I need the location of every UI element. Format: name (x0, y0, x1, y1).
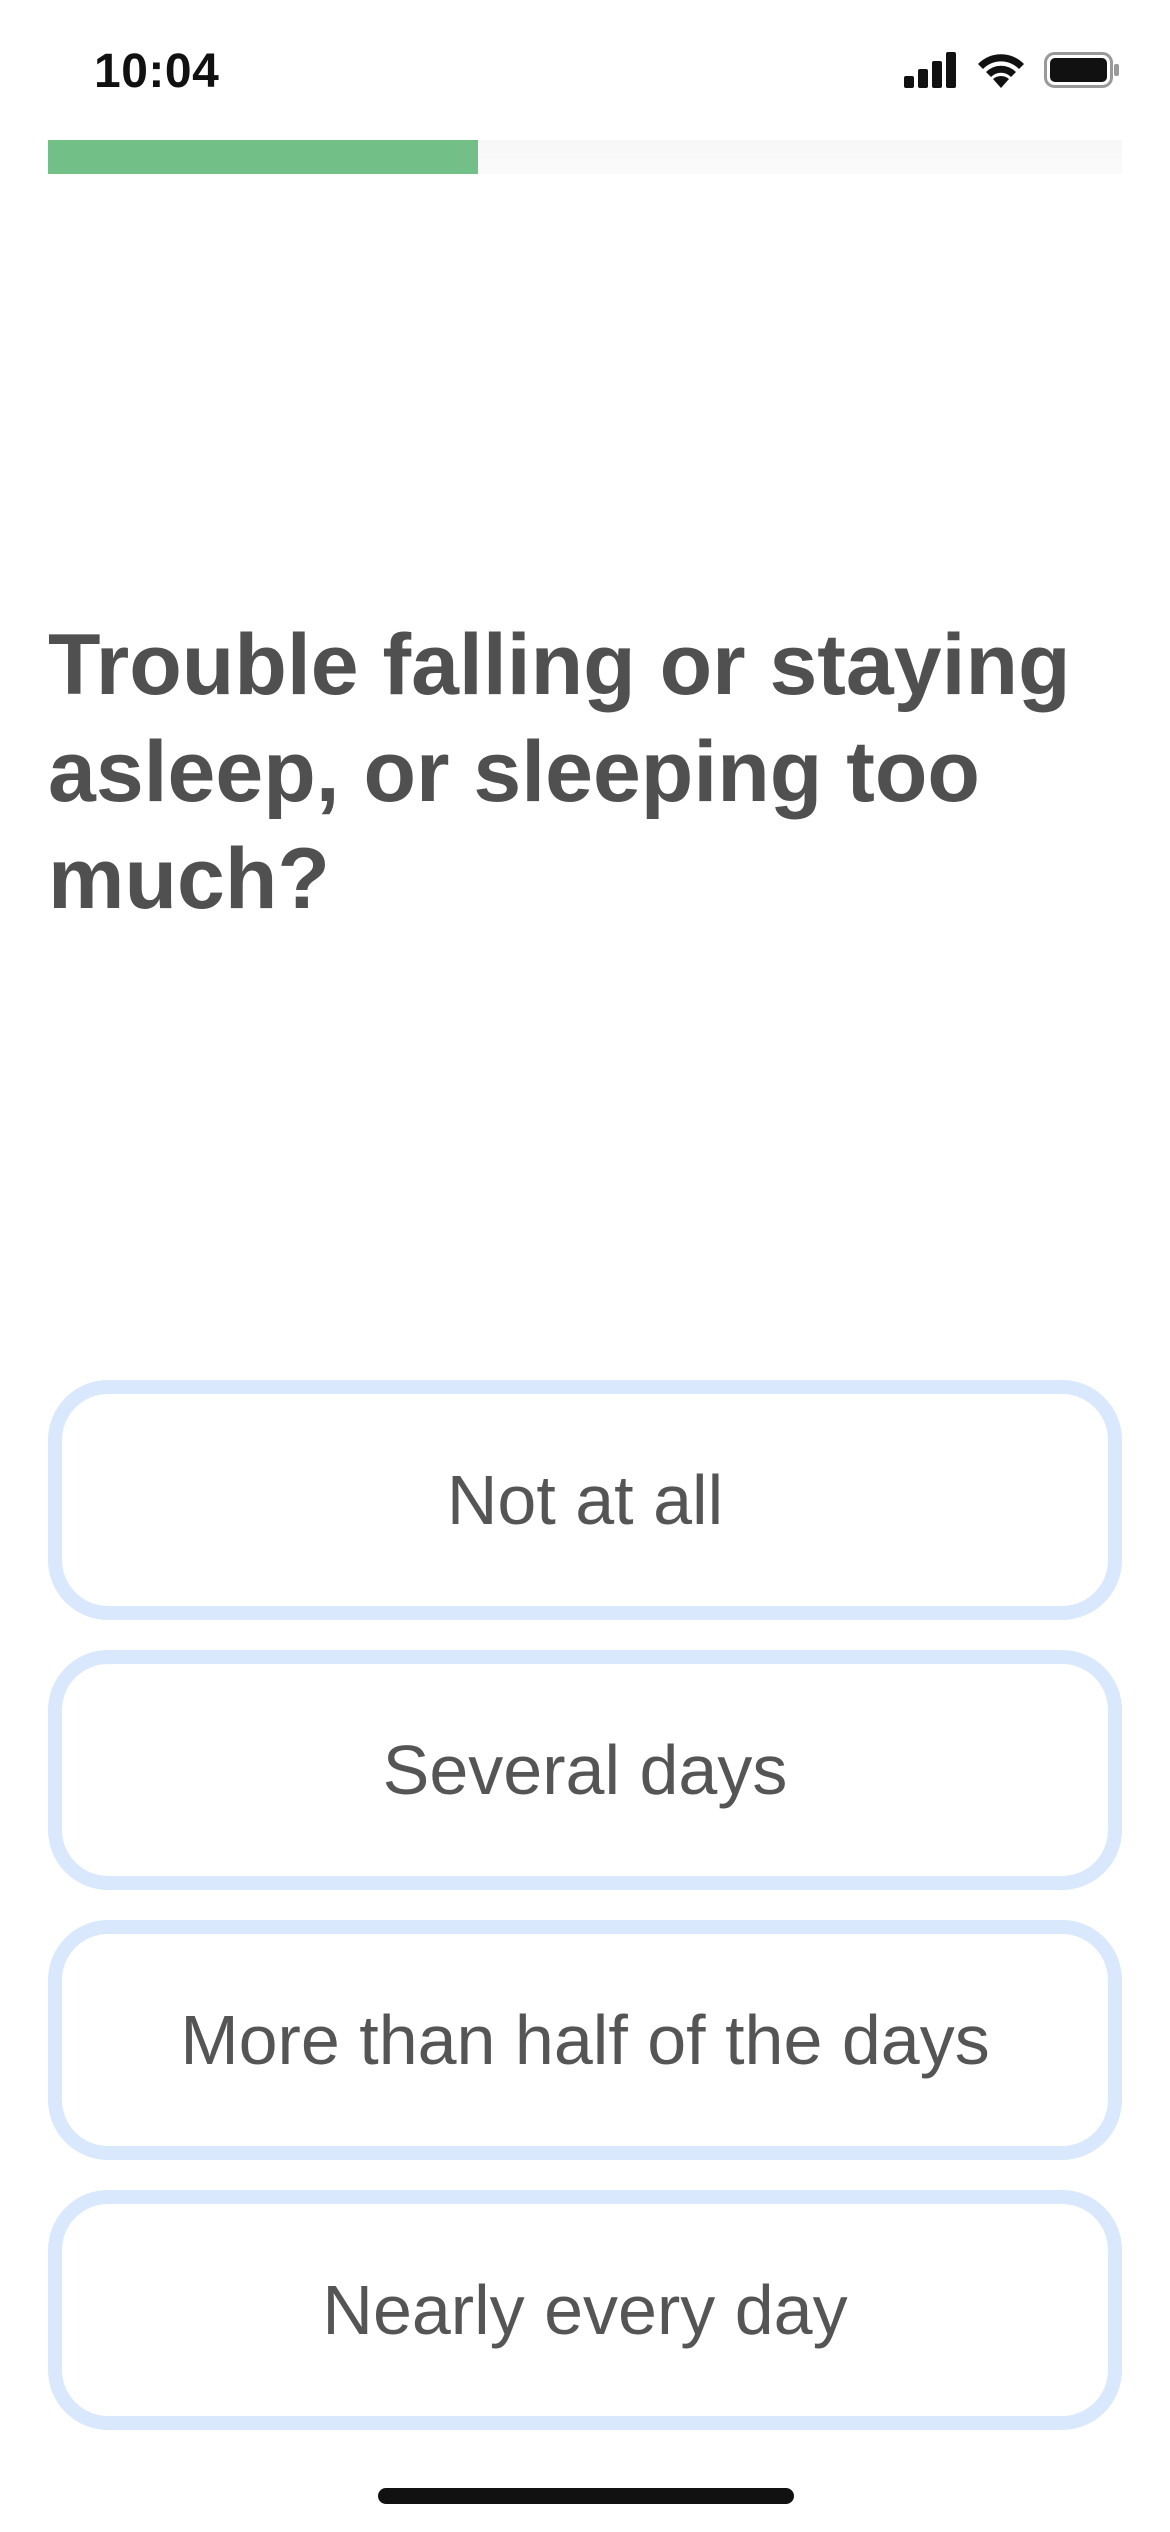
question-text: Trouble falling or staying asleep, or sl… (48, 617, 1071, 927)
option-not-at-all[interactable]: Not at all (48, 1380, 1122, 1620)
home-indicator[interactable] (378, 2488, 794, 2504)
status-time: 10:04 (94, 45, 220, 98)
progress-bar-fill (48, 140, 478, 174)
option-more-than-half-of-the-days[interactable]: More than half of the days (48, 1920, 1122, 2160)
cellular-signal-icon (904, 52, 958, 93)
battery-icon (1044, 52, 1120, 93)
option-label: Nearly every day (322, 2271, 848, 2349)
option-label: More than half of the days (180, 2001, 990, 2079)
progress-bar (48, 140, 1122, 174)
option-label: Not at all (446, 1461, 724, 1539)
status-bar: 10:04 (0, 0, 1170, 140)
option-label: Several days (382, 1731, 788, 1809)
status-icons (904, 52, 1120, 93)
option-nearly-every-day[interactable]: Nearly every day (48, 2190, 1122, 2430)
wifi-icon (976, 52, 1026, 93)
answer-options: Not at all Several days More than half o… (48, 1380, 1122, 2460)
screen: 10:04 Trouble falling or staying asleep,… (0, 0, 1170, 2532)
option-several-days[interactable]: Several days (48, 1650, 1122, 1890)
